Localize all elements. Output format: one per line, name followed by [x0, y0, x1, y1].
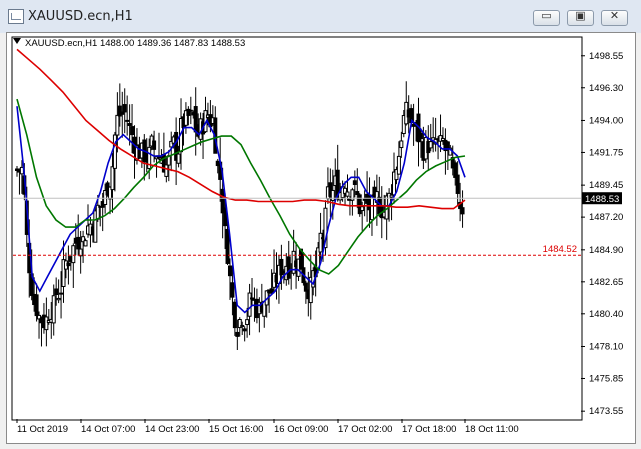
candle-body: [122, 104, 127, 113]
candle-body: [330, 189, 335, 201]
candle-body: [66, 262, 71, 267]
x-tick-label: 14 Oct 23:00: [145, 424, 199, 435]
x-tick-label: 15 Oct 16:00: [209, 424, 263, 435]
candle-body: [225, 228, 230, 264]
candle-body: [44, 316, 49, 331]
y-tick-label: 1475.85: [589, 373, 623, 384]
candle-body: [76, 236, 81, 250]
candle-body: [164, 164, 169, 177]
candle-body: [460, 207, 465, 215]
candle-body: [240, 324, 245, 328]
candle-body: [125, 119, 130, 122]
chart-header: XAUUSD.ecn,H1 1488.00 1489.36 1487.83 14…: [25, 38, 245, 49]
y-tick-label: 1484.90: [589, 245, 623, 256]
candle-body: [355, 191, 360, 196]
candle-body: [286, 256, 291, 279]
candle-body: [51, 295, 56, 324]
y-tick-label: 1482.65: [589, 277, 623, 288]
candle-body: [83, 240, 88, 247]
candle-body: [396, 155, 401, 175]
candle-body: [59, 292, 64, 295]
candle-body: [411, 123, 416, 127]
candle-body: [242, 328, 247, 332]
candle-body: [176, 153, 181, 164]
x-tick-label: 17 Oct 18:00: [402, 424, 456, 435]
level-label: 1484.52: [543, 244, 577, 255]
candle-body: [56, 297, 61, 301]
restore-button[interactable]: ▣: [567, 9, 594, 26]
x-tick-label: 17 Oct 02:00: [338, 424, 392, 435]
candle-body: [247, 292, 252, 317]
candle-body: [230, 282, 235, 298]
x-tick-label: 14 Oct 07:00: [81, 424, 135, 435]
y-tick-label: 1491.75: [589, 147, 623, 158]
candle-body: [110, 166, 115, 191]
candle-body: [345, 191, 350, 197]
candle-body: [112, 134, 117, 169]
y-tick-label: 1487.20: [589, 212, 623, 223]
x-tick-label: 18 Oct 11:00: [465, 424, 519, 435]
chart-window[interactable]: XAUUSD.ecn,H1 1488.00 1489.36 1487.83 14…: [6, 32, 636, 444]
candle-body: [34, 294, 39, 317]
y-tick-label: 1498.55: [589, 51, 623, 62]
price-axis: 1498.55 1496.30 1494.00 1491.75 1489.45 1487.…: [581, 51, 623, 417]
candle-body: [232, 301, 237, 329]
x-tick-label: 11 Oct 2019: [17, 424, 68, 435]
candle-body: [369, 196, 374, 221]
candle-body: [352, 180, 357, 185]
candle-body: [318, 232, 323, 253]
y-tick-label: 1478.10: [589, 341, 623, 352]
candle-body: [455, 174, 460, 194]
candle-body: [71, 245, 76, 264]
y-tick-label: 1494.00: [589, 115, 623, 126]
candle-body: [399, 140, 404, 149]
candle-body: [188, 109, 193, 112]
candle-body: [54, 288, 59, 296]
x-tick-label: 16 Oct 09:00: [274, 424, 328, 435]
window-title: XAUUSD.ecn,H1: [28, 9, 133, 24]
candle-body: [428, 141, 433, 149]
y-tick-label: 1489.45: [589, 180, 623, 191]
close-button[interactable]: ✕: [601, 9, 628, 26]
candle-body: [130, 126, 135, 136]
candle-body: [115, 114, 120, 136]
time-axis: 11 Oct 2019 14 Oct 07:00 14 Oct 23:00 15 Oc…: [16, 419, 519, 435]
current-price-label: 1488.53: [585, 194, 619, 205]
price-chart[interactable]: XAUUSD.ecn,H1 1488.00 1489.36 1487.83 14…: [7, 33, 635, 443]
candle-body: [360, 206, 365, 212]
candle-body: [389, 194, 394, 198]
candle-body: [235, 331, 240, 337]
y-tick-label: 1496.30: [589, 83, 623, 94]
candle-body: [127, 123, 132, 126]
chart-window-icon: [8, 9, 24, 24]
candle-body: [245, 319, 250, 326]
window-titlebar: XAUUSD.ecn,H1 ▭ ▣ ✕: [0, 0, 641, 33]
candle-body: [152, 140, 157, 150]
minimize-button[interactable]: ▭: [533, 9, 560, 26]
candle-body: [418, 132, 423, 140]
y-tick-label: 1480.40: [589, 309, 623, 320]
candle-body: [227, 265, 232, 277]
y-tick-label: 1473.55: [589, 406, 623, 417]
